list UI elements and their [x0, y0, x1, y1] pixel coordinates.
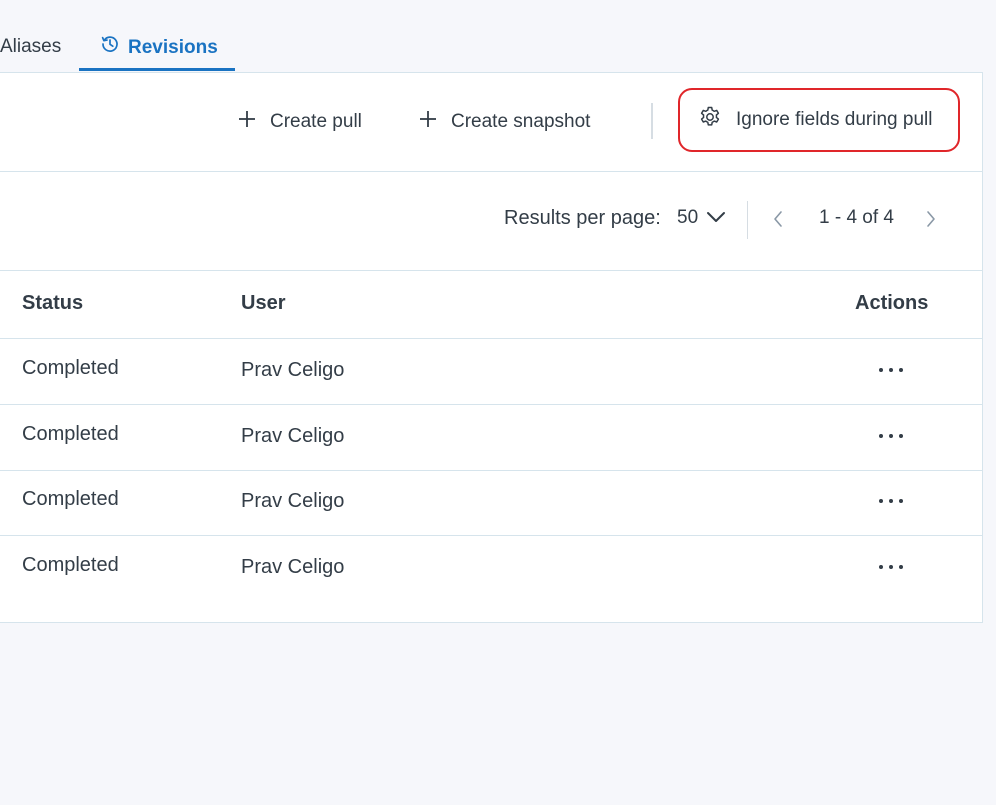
ignore-fields-button[interactable]: Ignore fields during pull [678, 88, 960, 152]
column-header-actions: Actions [855, 292, 929, 314]
create-pull-button[interactable]: Create pull [238, 109, 362, 135]
history-icon [100, 34, 120, 62]
table-row: Completed Prav Celigo [0, 536, 982, 601]
create-pull-label: Create pull [270, 111, 362, 132]
revisions-panel: Create pull Create snapshot Ignore field… [0, 72, 983, 623]
results-per-page-value: 50 [677, 207, 699, 228]
status-cell: Completed [22, 357, 119, 379]
user-cell: Prav Celigo [241, 490, 345, 512]
active-tab-indicator [79, 68, 235, 71]
table-row: Completed Prav Celigo [0, 470, 982, 536]
create-snapshot-label: Create snapshot [451, 111, 591, 132]
tab-aliases[interactable]: Aliases [0, 34, 61, 60]
table-row: Completed Prav Celigo [0, 339, 982, 405]
results-per-page-select[interactable]: 50 [677, 207, 726, 229]
plus-icon [419, 110, 437, 134]
tab-bar: Aliases Revisions [0, 0, 996, 72]
gear-icon [698, 105, 722, 135]
results-per-page-label: Results per page: [504, 207, 661, 229]
toolbar-divider [651, 103, 653, 139]
pagination-bar: Results per page: 50 1 - 4 of 4 [0, 171, 982, 271]
status-cell: Completed [22, 488, 119, 510]
user-cell: Prav Celigo [241, 556, 345, 578]
plus-icon [238, 110, 256, 134]
user-cell: Prav Celigo [241, 359, 345, 381]
ignore-fields-label: Ignore fields during pull [736, 109, 933, 130]
pager-divider [747, 201, 748, 239]
more-actions-icon[interactable] [871, 488, 911, 514]
create-snapshot-button[interactable]: Create snapshot [419, 109, 590, 135]
more-actions-icon[interactable] [871, 554, 911, 580]
column-header-user: User [241, 292, 286, 314]
pagination-range: 1 - 4 of 4 [819, 207, 894, 228]
toolbar: Create pull Create snapshot Ignore field… [0, 73, 982, 172]
chevron-left-icon[interactable] [772, 209, 784, 234]
user-cell: Prav Celigo [241, 425, 345, 447]
column-header-status: Status [22, 292, 84, 314]
chevron-down-icon [706, 207, 726, 229]
tab-revisions-label: Revisions [128, 37, 218, 58]
chevron-right-icon[interactable] [925, 209, 937, 234]
table-row: Completed Prav Celigo [0, 405, 982, 471]
status-cell: Completed [22, 554, 119, 576]
table-header: Status User Actions [0, 270, 982, 339]
more-actions-icon[interactable] [871, 357, 911, 383]
status-cell: Completed [22, 423, 119, 445]
tab-revisions[interactable]: Revisions [100, 34, 218, 62]
more-actions-icon[interactable] [871, 423, 911, 449]
